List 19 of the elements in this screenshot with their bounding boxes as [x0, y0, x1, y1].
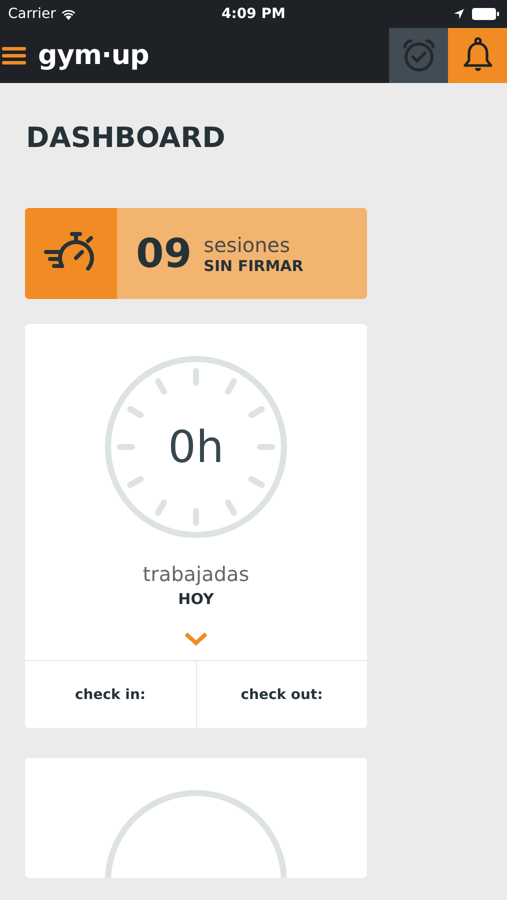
location-arrow-icon: [454, 9, 464, 19]
wifi-icon: [60, 8, 76, 20]
unsigned-label: SIN FIRMAR: [204, 256, 304, 274]
sessions-label: sesiones: [204, 232, 292, 256]
carrier-label: Carrier: [8, 6, 56, 22]
app-logo: gym·up: [38, 40, 149, 71]
battery-icon: [472, 8, 499, 20]
worked-label: trabajadas: [142, 562, 250, 586]
notifications-button[interactable]: [448, 28, 507, 83]
today-label: HOY: [178, 590, 214, 608]
sessions-count: 09: [136, 230, 192, 276]
hours-value: 0h: [168, 422, 224, 472]
check-out-label: check out:: [240, 686, 323, 702]
chevron-down-icon: [184, 632, 208, 646]
menu-icon: [2, 46, 26, 64]
alarm-clock-icon: [400, 38, 436, 74]
page-title: DASHBOARD: [25, 120, 226, 156]
check-in-label: check in:: [74, 686, 146, 702]
clock-time: 4:09 PM: [222, 6, 286, 22]
